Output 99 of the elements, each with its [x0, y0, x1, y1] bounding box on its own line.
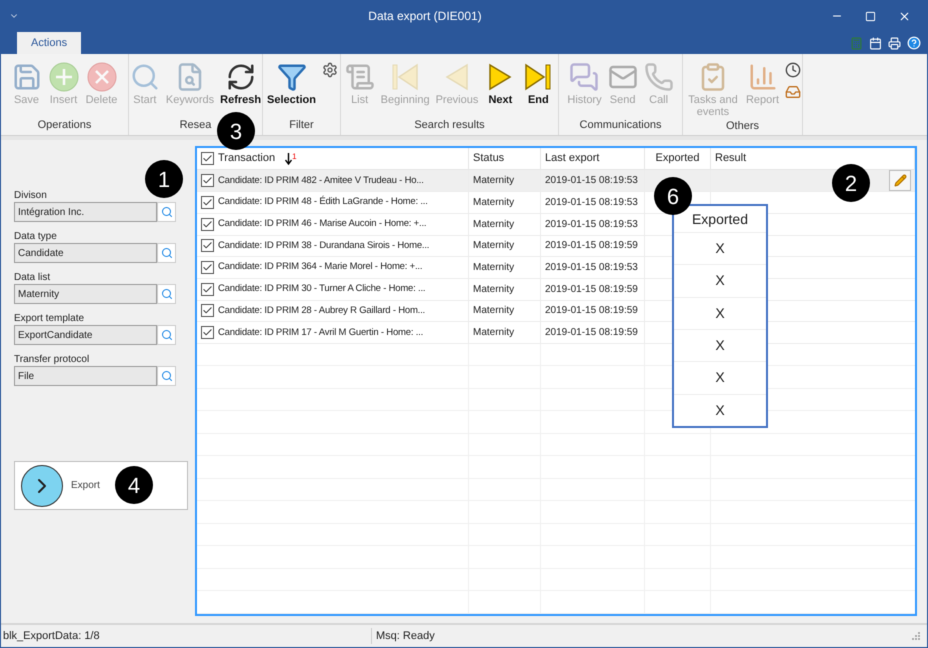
delete-icon: [86, 61, 118, 93]
table-cell-text: Maternity: [473, 282, 514, 297]
refresh-icon: [226, 62, 256, 92]
checkbox[interactable]: [201, 282, 214, 296]
field-label: Divison: [14, 190, 48, 202]
ribbon-button[interactable]: Selection: [265, 60, 318, 106]
checkbox[interactable]: [201, 261, 214, 274]
search-button[interactable]: [157, 243, 176, 263]
table-cell-text: 2019-01-15 08:19:59: [545, 282, 638, 297]
table-cell-text: 2019-01-15 08:19:53: [545, 174, 638, 188]
checkbox[interactable]: [201, 152, 214, 166]
printer-icon[interactable]: [888, 36, 901, 50]
column-header[interactable]: Transaction: [218, 150, 276, 167]
table-cell-text: Maternity: [473, 196, 514, 210]
chart-icon: [748, 62, 778, 92]
text-field[interactable]: Candidate: [14, 243, 157, 263]
text-field[interactable]: Intégration Inc.: [14, 202, 157, 222]
table-cell-text: 2019-01-15 08:19:59: [545, 326, 638, 340]
maximize-icon[interactable]: [865, 10, 876, 22]
column-header[interactable]: Result: [715, 150, 746, 167]
table-cell-text: Maternity: [473, 218, 514, 232]
table-cell-text: 2019-01-15 08:19:53: [545, 261, 638, 276]
resize-grip-icon[interactable]: [911, 631, 921, 641]
search-icon: [160, 247, 172, 259]
checkbox[interactable]: [201, 326, 214, 340]
search-button[interactable]: [157, 284, 176, 304]
text-field[interactable]: ExportCandidate: [14, 325, 157, 345]
funnel-icon: [276, 62, 306, 92]
clock-icon: [785, 62, 802, 78]
settings-icon: [322, 62, 338, 78]
checkbox[interactable]: [201, 174, 214, 188]
exported-mark: X: [715, 400, 725, 420]
ribbon-tab[interactable]: Actions: [17, 32, 82, 54]
search-button[interactable]: [157, 366, 176, 386]
table-cell: Candidate: ID PRIM 30 - Turner A Cliche - Home: ...: [218, 282, 426, 296]
table-cell-text: Maternity: [473, 239, 514, 254]
search-icon: [160, 288, 172, 300]
group-label: Operations: [38, 118, 92, 133]
table-cell-text: Maternity: [473, 261, 514, 276]
checkbox[interactable]: [201, 218, 214, 231]
search-icon: [160, 370, 172, 382]
edit-button[interactable]: [889, 170, 911, 192]
search-icon: [160, 206, 172, 218]
table-cell-text: 2019-01-15 08:19:59: [545, 304, 638, 318]
exported-mark: X: [715, 239, 725, 258]
exported-mark: X: [715, 304, 725, 323]
status-text: Msq: Ready: [376, 630, 435, 642]
search-button[interactable]: [157, 202, 176, 222]
help-icon[interactable]: [907, 36, 921, 50]
scroll-icon: [344, 62, 375, 92]
checkbox[interactable]: [201, 196, 214, 210]
field-label: Data type: [14, 231, 58, 243]
text-field[interactable]: File: [14, 366, 157, 386]
text-field[interactable]: Maternity: [14, 284, 157, 304]
column-header[interactable]: Status: [473, 150, 504, 167]
search-button[interactable]: [157, 325, 176, 345]
group-label: Communications: [580, 118, 662, 133]
status-text: blk_ExportData: 1/8: [3, 630, 100, 642]
ribbon-button[interactable]: End: [520, 60, 556, 106]
plus-icon: [48, 61, 80, 93]
save-icon: [12, 62, 42, 92]
window-title: Data export (DIE001): [368, 8, 482, 25]
field-label: Data list: [14, 272, 52, 284]
table-cell-text: 2019-01-15 08:19:53: [545, 218, 638, 232]
inbox-icon: [785, 84, 802, 100]
table-cell: Candidate: ID PRIM 17 - Avril M Guertin - Home: ...: [218, 326, 424, 340]
table-cell-text: 2019-01-15 08:19:53: [545, 196, 638, 210]
checkbox[interactable]: [201, 304, 214, 318]
group-label: Filter: [289, 118, 314, 133]
table-cell-text: Maternity: [473, 326, 514, 340]
ribbon-button[interactable]: Next: [482, 60, 518, 106]
table-cell-text: Maternity: [473, 174, 514, 188]
table-cell-text: Candidate: ID PRIM 48 - Édith LaGrande - Home: ...: [218, 195, 428, 210]
ribbon-button[interactable]: Refresh: [218, 60, 264, 106]
table-cell-text: Candidate: ID PRIM 28 - Aubrey R Gaillard - Hom...: [218, 304, 425, 318]
phone-icon: [644, 62, 674, 92]
group-label: Search results: [414, 118, 485, 133]
calendar-icon[interactable]: [869, 36, 882, 50]
callout-number: 1: [145, 160, 183, 198]
chat-icon: [569, 62, 600, 92]
pencil-icon: [894, 174, 906, 188]
column-header[interactable]: Last export: [545, 150, 600, 167]
table-cell-text: Maternity: [473, 304, 514, 318]
table-cell-text: 2019-01-15 08:19:59: [545, 239, 638, 254]
checkbox[interactable]: [201, 239, 214, 252]
search-icon: [130, 62, 160, 92]
search-icon: [160, 329, 172, 341]
column-header[interactable]: Exported: [655, 150, 700, 167]
field-label: Transfer protocol: [14, 354, 90, 366]
table-cell: Candidate: ID PRIM 482 - Amitee V Trudeau - Ho...: [218, 174, 424, 188]
sort-indicator[interactable]: 1: [285, 152, 297, 165]
table-cell-text: Candidate: ID PRIM 364 - Marie Morel - Home: +...: [218, 260, 422, 274]
close-icon[interactable]: [898, 10, 911, 22]
table-cell-text: Candidate: ID PRIM 38 - Durandana Sirois - Home...: [218, 238, 430, 253]
group-label: Resea: [180, 118, 212, 133]
group-label: Others: [726, 119, 759, 134]
exported-mark: X: [715, 368, 725, 388]
table-cell: Candidate: ID PRIM 46 - Marise Aucoin - Home: +...: [218, 217, 426, 232]
field-label: Export template: [14, 313, 86, 325]
